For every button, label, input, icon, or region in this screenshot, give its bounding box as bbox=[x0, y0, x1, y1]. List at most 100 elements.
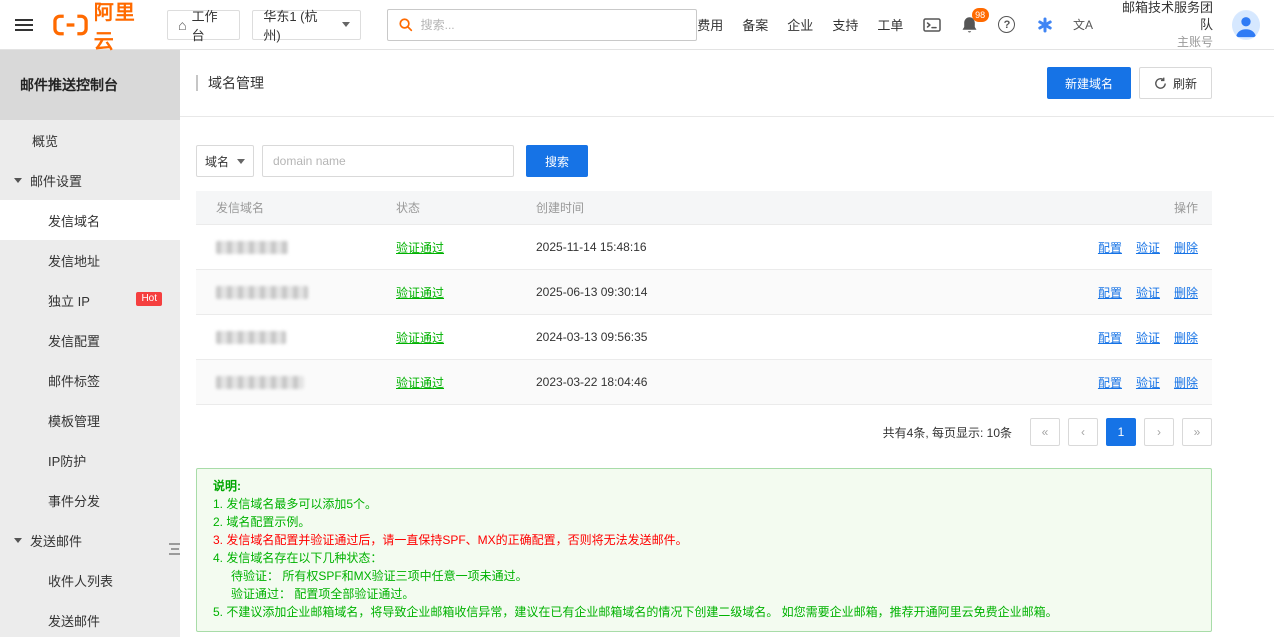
table-row: 验证通过 2025-06-13 09:30:14 配置 验证 删除 bbox=[196, 270, 1212, 315]
page-header: 域名管理 新建域名 刷新 bbox=[180, 50, 1274, 117]
aliyun-logo-text: 阿里云 bbox=[94, 0, 155, 54]
col-header-actions: 操作 bbox=[1042, 199, 1212, 216]
note-line: 待验证： 所有权SPF和MX验证三项中任意一项未通过。 bbox=[213, 567, 1195, 585]
assistant-icon[interactable] bbox=[1035, 15, 1054, 35]
region-selector[interactable]: 华东1 (杭州) bbox=[252, 10, 360, 40]
filter-field-select[interactable]: 域名 bbox=[196, 145, 254, 177]
configure-link[interactable]: 配置 bbox=[1098, 374, 1122, 391]
workbench-button[interactable]: ⌂ 工作台 bbox=[167, 10, 240, 40]
col-header-created: 创建时间 bbox=[536, 199, 1042, 216]
notification-bell-icon[interactable]: 98 bbox=[960, 15, 979, 35]
hot-badge: Hot bbox=[136, 292, 162, 306]
created-time: 2023-03-22 18:04:46 bbox=[536, 375, 1042, 389]
account-info[interactable]: 邮箱技术服务团队 主账号 bbox=[1116, 0, 1213, 50]
refresh-button[interactable]: 刷新 bbox=[1139, 67, 1212, 99]
domain-redacted bbox=[216, 376, 304, 389]
delete-link[interactable]: 删除 bbox=[1174, 284, 1198, 301]
table-row: 验证通过 2025-11-14 15:48:16 配置 验证 删除 bbox=[196, 225, 1212, 270]
sidebar-item-send-mail[interactable]: 发送邮件 bbox=[0, 600, 180, 640]
domain-table: 发信域名 状态 创建时间 操作 验证通过 2025-11-14 15:48:16… bbox=[196, 191, 1212, 405]
delete-link[interactable]: 删除 bbox=[1174, 374, 1198, 391]
region-label: 华东1 (杭州) bbox=[263, 6, 332, 44]
account-role: 主账号 bbox=[1116, 34, 1213, 50]
col-header-status: 状态 bbox=[396, 199, 536, 216]
note-box: 说明: 1. 发信域名最多可以添加5个。 2. 域名配置示例。 3. 发信域名配… bbox=[196, 468, 1212, 632]
avatar[interactable] bbox=[1232, 10, 1260, 40]
table-row: 验证通过 2024-03-13 09:56:35 配置 验证 删除 bbox=[196, 315, 1212, 360]
verify-link[interactable]: 验证 bbox=[1136, 239, 1160, 256]
created-time: 2025-06-13 09:30:14 bbox=[536, 285, 1042, 299]
sidebar-title: 邮件推送控制台 bbox=[0, 50, 180, 120]
verify-link[interactable]: 验证 bbox=[1136, 329, 1160, 346]
hamburger-menu-icon[interactable] bbox=[0, 0, 49, 50]
last-page-button[interactable]: » bbox=[1182, 418, 1212, 446]
status-link[interactable]: 验证通过 bbox=[396, 376, 444, 390]
console-icon[interactable] bbox=[922, 15, 941, 35]
sidebar-item-dedicated-ip[interactable]: 独立 IP Hot bbox=[0, 280, 180, 320]
caret-down-icon bbox=[14, 178, 22, 183]
page-1-button[interactable]: 1 bbox=[1106, 418, 1136, 446]
note-line: 4. 发信域名存在以下几种状态： bbox=[213, 549, 1195, 567]
sidebar-item-sender-addresses[interactable]: 发信地址 bbox=[0, 240, 180, 280]
nav-link-enterprise[interactable]: 企业 bbox=[787, 15, 813, 34]
sidebar-group-mail-settings[interactable]: 邮件设置 bbox=[0, 160, 180, 200]
page-title: 域名管理 bbox=[196, 75, 264, 91]
help-icon[interactable]: ? bbox=[998, 15, 1017, 35]
sidebar-group-send-mail[interactable]: 发送邮件 bbox=[0, 520, 180, 560]
first-page-button[interactable]: « bbox=[1030, 418, 1060, 446]
sidebar-item-overview[interactable]: 概览 bbox=[0, 120, 180, 160]
filter-row: 域名 搜索 bbox=[196, 145, 1212, 177]
configure-link[interactable]: 配置 bbox=[1098, 239, 1122, 256]
status-link[interactable]: 验证通过 bbox=[396, 286, 444, 300]
domain-redacted bbox=[216, 286, 308, 299]
domain-redacted bbox=[216, 331, 286, 344]
sidebar: 邮件推送控制台 概览 邮件设置 发信域名 发信地址 独立 IP Hot 发信配置… bbox=[0, 50, 180, 637]
verify-link[interactable]: 验证 bbox=[1136, 374, 1160, 391]
topbar-right: 费用 备案 企业 支持 工单 98 ? bbox=[697, 0, 1260, 50]
sidebar-item-mail-tags[interactable]: 邮件标签 bbox=[0, 360, 180, 400]
table-body: 验证通过 2025-11-14 15:48:16 配置 验证 删除 验证通过 2… bbox=[196, 225, 1212, 405]
note-line: 2. 域名配置示例。 bbox=[213, 513, 1195, 531]
status-link[interactable]: 验证通过 bbox=[396, 241, 444, 255]
domain-name-input[interactable] bbox=[262, 145, 514, 177]
nav-link-tickets[interactable]: 工单 bbox=[877, 15, 903, 34]
new-domain-button[interactable]: 新建域名 bbox=[1047, 67, 1131, 99]
chevron-down-icon bbox=[342, 22, 350, 27]
delete-link[interactable]: 删除 bbox=[1174, 239, 1198, 256]
search-button[interactable]: 搜索 bbox=[526, 145, 588, 177]
nav-link-support[interactable]: 支持 bbox=[832, 15, 858, 34]
sidebar-item-ip-protection[interactable]: IP防护 bbox=[0, 440, 180, 480]
sidebar-item-template-management[interactable]: 模板管理 bbox=[0, 400, 180, 440]
status-link[interactable]: 验证通过 bbox=[396, 331, 444, 345]
sidebar-item-event-distribution[interactable]: 事件分发 bbox=[0, 480, 180, 520]
created-time: 2025-11-14 15:48:16 bbox=[536, 240, 1042, 254]
aliyun-logo[interactable]: 阿里云 bbox=[53, 0, 155, 54]
configure-link[interactable]: 配置 bbox=[1098, 329, 1122, 346]
note-title: 说明: bbox=[213, 477, 1195, 495]
next-page-button[interactable]: › bbox=[1144, 418, 1174, 446]
topbar: 阿里云 ⌂ 工作台 华东1 (杭州) 费用 备案 企业 支持 工单 bbox=[0, 0, 1274, 50]
nav-link-icp[interactable]: 备案 bbox=[742, 15, 768, 34]
prev-page-button[interactable]: ‹ bbox=[1068, 418, 1098, 446]
caret-down-icon bbox=[14, 538, 22, 543]
sidebar-item-sender-domains[interactable]: 发信域名 bbox=[0, 200, 180, 240]
global-search[interactable] bbox=[387, 9, 698, 41]
verify-link[interactable]: 验证 bbox=[1136, 284, 1160, 301]
note-line: 3. 发信域名配置并验证通过后，请一直保持SPF、MX的正确配置，否则将无法发送… bbox=[213, 531, 1195, 549]
created-time: 2024-03-13 09:56:35 bbox=[536, 330, 1042, 344]
main-content: 域名管理 新建域名 刷新 域名 搜索 发信域名 bbox=[180, 50, 1274, 637]
global-search-input[interactable] bbox=[421, 18, 687, 32]
delete-link[interactable]: 删除 bbox=[1174, 329, 1198, 346]
nav-link-billing[interactable]: 费用 bbox=[697, 15, 723, 34]
workbench-label: 工作台 bbox=[192, 6, 230, 44]
aliyun-logo-icon bbox=[53, 13, 88, 37]
domain-redacted bbox=[216, 241, 288, 254]
sidebar-item-sending-config[interactable]: 发信配置 bbox=[0, 320, 180, 360]
notification-badge: 98 bbox=[972, 8, 989, 22]
configure-link[interactable]: 配置 bbox=[1098, 284, 1122, 301]
note-line: 1. 发信域名最多可以添加5个。 bbox=[213, 495, 1195, 513]
sidebar-item-recipient-lists[interactable]: 收件人列表 bbox=[0, 560, 180, 600]
table-row: 验证通过 2023-03-22 18:04:46 配置 验证 删除 bbox=[196, 360, 1212, 405]
pagination-summary: 共有4条, 每页显示: 10条 bbox=[883, 424, 1012, 441]
language-icon[interactable]: 文A bbox=[1073, 15, 1093, 35]
